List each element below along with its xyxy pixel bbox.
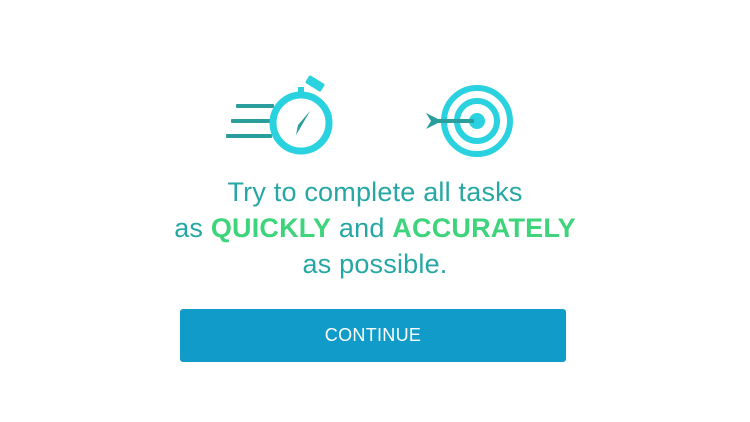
arrow [426,113,474,129]
icons-row [0,75,750,165]
emphasis-accurately: ACCURATELY [392,213,576,243]
speed-lines [226,104,275,138]
continue-button[interactable]: CONTINUE [180,309,566,362]
message-line-1: Try to complete all tasks [227,177,523,207]
stopwatch-icon [226,75,333,155]
message-line-2: as QUICKLY and ACCURATELY [0,210,750,246]
emphasis-quickly: QUICKLY [210,213,332,243]
message-line-2-middle: and [331,213,393,243]
message-line-3: as possible. [302,249,448,279]
target-icon [426,85,513,157]
instruction-message: Try to complete all tasks as QUICKLY and… [0,174,750,282]
message-line-2-prefix: as [174,213,211,243]
